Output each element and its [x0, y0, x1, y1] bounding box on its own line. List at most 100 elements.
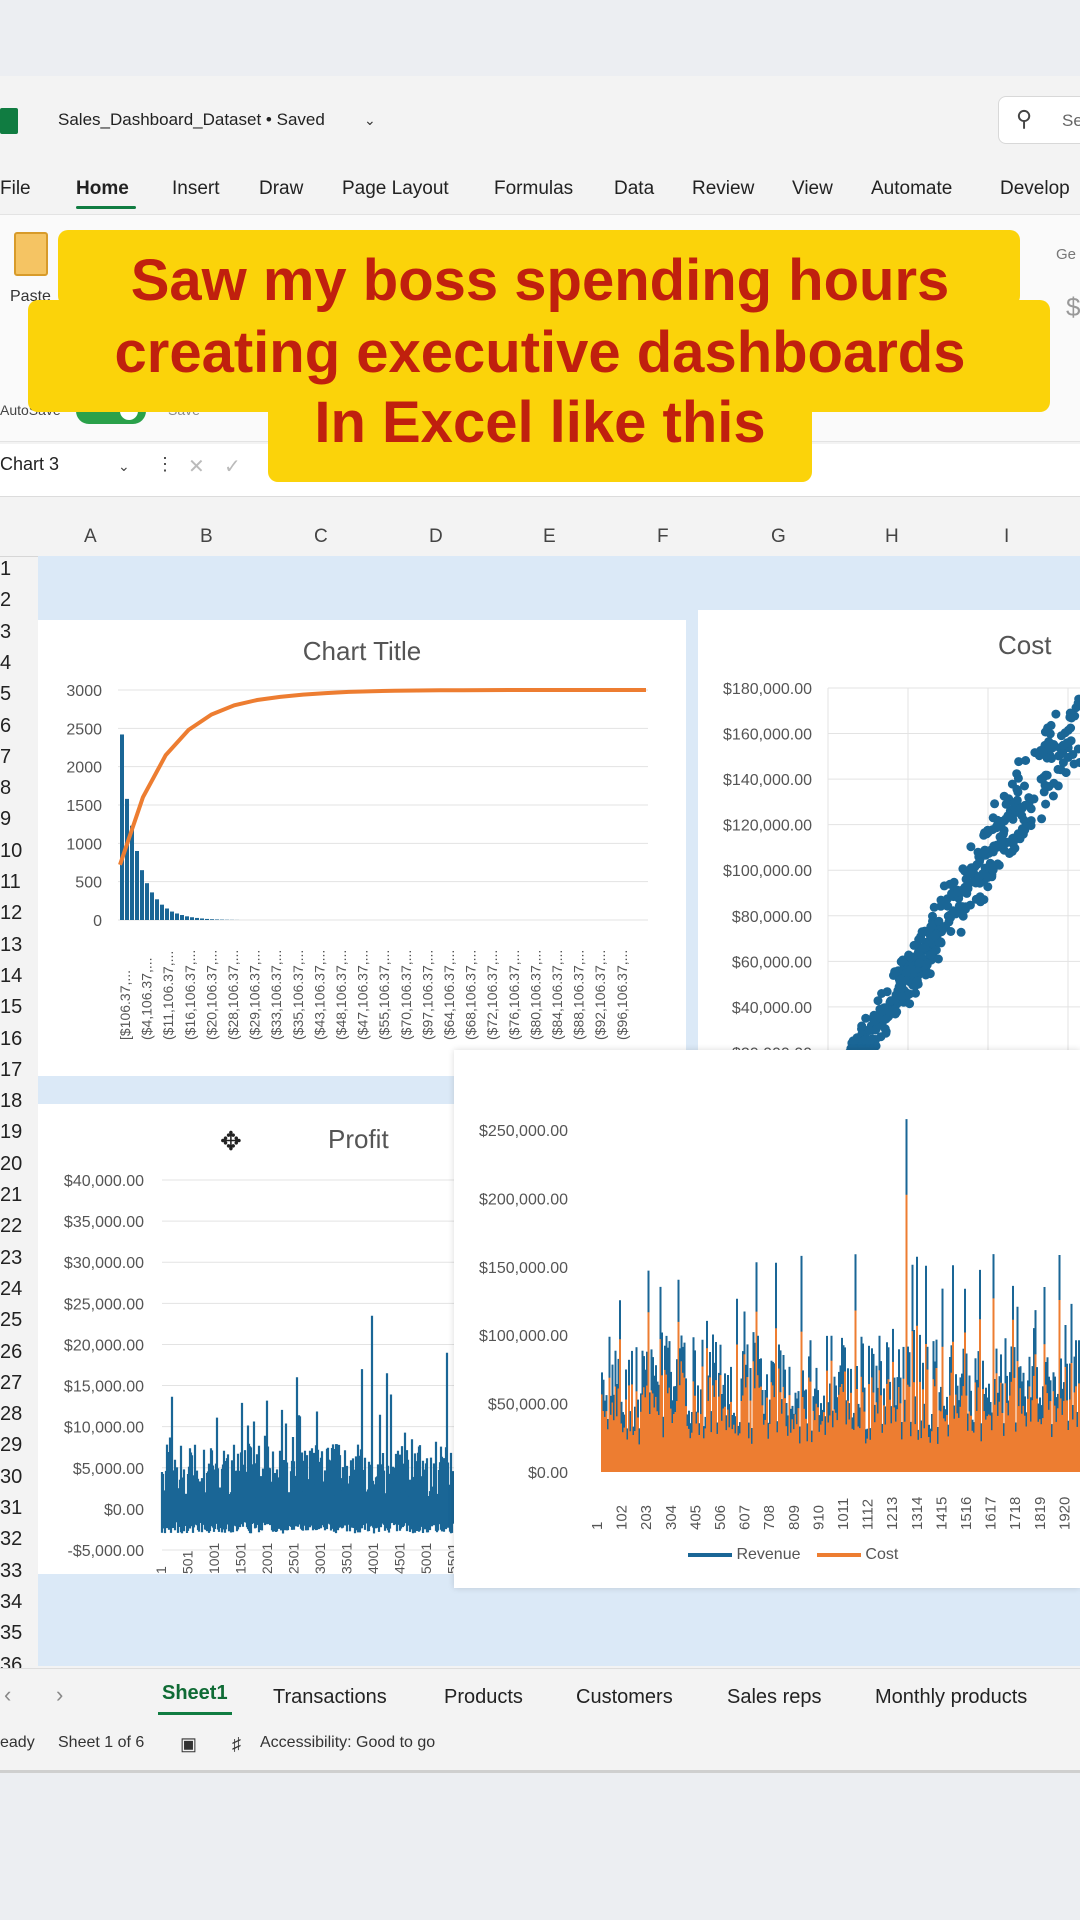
- row-header[interactable]: 4: [0, 652, 24, 675]
- pareto-chart[interactable]: Chart Title 3000 2500 2000 1500 1000 500 0 [$10…: [38, 620, 686, 1076]
- row-header[interactable]: 2: [0, 589, 24, 612]
- column-header[interactable]: E: [543, 526, 556, 548]
- x-tick-label: 607: [737, 1505, 754, 1530]
- column-header[interactable]: H: [885, 526, 899, 548]
- chevron-right-icon[interactable]: ›: [56, 1682, 63, 1708]
- row-header[interactable]: 7: [0, 746, 24, 769]
- row-header[interactable]: 15: [0, 996, 24, 1019]
- tab-review[interactable]: Review: [692, 178, 754, 200]
- row-header[interactable]: 3: [0, 621, 24, 644]
- sheet-tab-sheet1[interactable]: Sheet1: [162, 1682, 228, 1705]
- tab-developer[interactable]: Develop: [1000, 178, 1070, 200]
- row-header[interactable]: 20: [0, 1153, 24, 1176]
- scatter-point: [877, 989, 887, 998]
- x-tick-label: 1415: [933, 1497, 950, 1530]
- x-tick-label: 501: [180, 1550, 196, 1574]
- row-header[interactable]: 25: [0, 1309, 24, 1332]
- y-tick-label: 2500: [66, 721, 102, 738]
- revenue-cost-chart[interactable]: $250,000.00 $200,000.00 $150,000.00 $100,00…: [454, 1050, 1080, 1588]
- row-header[interactable]: 22: [0, 1215, 24, 1238]
- sheet-tab-sales-reps[interactable]: Sales reps: [727, 1686, 822, 1709]
- sheet-tab-transactions[interactable]: Transactions: [273, 1686, 387, 1709]
- tab-draw[interactable]: Draw: [259, 178, 303, 200]
- x-tick-label: ($88,106.37,...: [571, 950, 587, 1040]
- column-header[interactable]: C: [314, 526, 328, 548]
- scatter-point: [953, 887, 963, 897]
- column-header[interactable]: I: [1004, 526, 1009, 548]
- row-header[interactable]: 21: [0, 1184, 24, 1207]
- row-header[interactable]: 27: [0, 1372, 24, 1395]
- tab-automate[interactable]: Automate: [871, 178, 952, 200]
- row-header[interactable]: 1: [0, 558, 24, 581]
- legend-revenue-swatch: [688, 1552, 732, 1557]
- row-header[interactable]: 26: [0, 1341, 24, 1364]
- tab-file[interactable]: File: [0, 178, 31, 200]
- document-title[interactable]: Sales_Dashboard_Dataset • Saved: [58, 110, 325, 130]
- tab-insert[interactable]: Insert: [172, 178, 220, 200]
- row-header[interactable]: 17: [0, 1059, 24, 1082]
- row-header[interactable]: 16: [0, 1028, 24, 1051]
- row-header[interactable]: 6: [0, 715, 24, 738]
- x-tick-label: ($96,106.37,...: [614, 950, 630, 1040]
- tab-formulas[interactable]: Formulas: [494, 178, 573, 200]
- chevron-down-icon[interactable]: ⌄: [364, 112, 376, 129]
- column-header[interactable]: D: [429, 526, 443, 548]
- tab-data[interactable]: Data: [614, 178, 654, 200]
- row-header[interactable]: 11: [0, 871, 24, 894]
- accessibility-icon[interactable]: ♯: [232, 1734, 241, 1755]
- column-header[interactable]: A: [84, 526, 97, 548]
- scatter-point: [1021, 756, 1031, 765]
- x-tick-label: ($84,106.37,...: [549, 950, 565, 1040]
- row-header[interactable]: 19: [0, 1121, 24, 1144]
- sheet-tab-monthly-products[interactable]: Monthly products: [875, 1686, 1027, 1709]
- row-header[interactable]: 18: [0, 1090, 24, 1113]
- search-placeholder: Se: [1062, 111, 1080, 130]
- row-header[interactable]: 32: [0, 1528, 24, 1551]
- row-header[interactable]: 12: [0, 902, 24, 925]
- row-header[interactable]: 5: [0, 683, 24, 706]
- row-header[interactable]: 13: [0, 934, 24, 957]
- row-header[interactable]: 28: [0, 1403, 24, 1426]
- accessibility-status[interactable]: Accessibility: Good to go: [260, 1734, 435, 1752]
- row-header[interactable]: 35: [0, 1622, 24, 1645]
- y-tick-label: $35,000.00: [64, 1214, 144, 1231]
- row-header[interactable]: 29: [0, 1434, 24, 1457]
- bar: [195, 917, 199, 920]
- scatter-point: [1060, 728, 1070, 738]
- row-header[interactable]: 30: [0, 1466, 24, 1489]
- sheet-tab-customers[interactable]: Customers: [576, 1686, 673, 1709]
- row-header[interactable]: 14: [0, 965, 24, 988]
- chevron-left-icon[interactable]: ‹: [4, 1682, 11, 1708]
- scatter-point: [976, 897, 985, 907]
- save-status: Saved: [276, 110, 325, 129]
- column-header[interactable]: F: [657, 526, 669, 548]
- window-bottom-edge: [0, 1770, 1080, 1773]
- chevron-down-icon[interactable]: ⌄: [118, 458, 130, 475]
- row-header[interactable]: 8: [0, 777, 24, 800]
- profit-line-chart[interactable]: Profit $40,000.00 $35,000.00 $30,000.00 $25…: [38, 1104, 458, 1574]
- y-tick-label: $100,000.00: [723, 863, 812, 880]
- row-header[interactable]: 33: [0, 1560, 24, 1583]
- row-header[interactable]: 10: [0, 840, 24, 863]
- x-tick-label: 1112: [860, 1499, 877, 1530]
- column-header[interactable]: G: [771, 526, 786, 548]
- tab-view[interactable]: View: [792, 178, 833, 200]
- scatter-point: [954, 901, 964, 911]
- tab-page-layout[interactable]: Page Layout: [342, 178, 449, 200]
- x-tick-label: ($28,106.37,...: [225, 950, 241, 1040]
- x-tick-label: 2001: [259, 1543, 275, 1574]
- macro-record-icon[interactable]: ▣: [180, 1734, 197, 1755]
- ready-status: eady: [0, 1734, 35, 1751]
- row-header[interactable]: 23: [0, 1247, 24, 1270]
- tab-home[interactable]: Home: [76, 178, 129, 200]
- column-header[interactable]: B: [200, 526, 213, 548]
- row-header[interactable]: 34: [0, 1591, 24, 1614]
- y-tick-label: 3000: [66, 683, 102, 700]
- y-tick-label: $140,000.00: [723, 772, 812, 789]
- sheet-tab-products[interactable]: Products: [444, 1686, 523, 1709]
- row-header[interactable]: 9: [0, 808, 24, 831]
- row-header[interactable]: 31: [0, 1497, 24, 1520]
- row-header[interactable]: 24: [0, 1278, 24, 1301]
- scatter-point: [929, 902, 939, 912]
- scatter-point: [1004, 812, 1014, 822]
